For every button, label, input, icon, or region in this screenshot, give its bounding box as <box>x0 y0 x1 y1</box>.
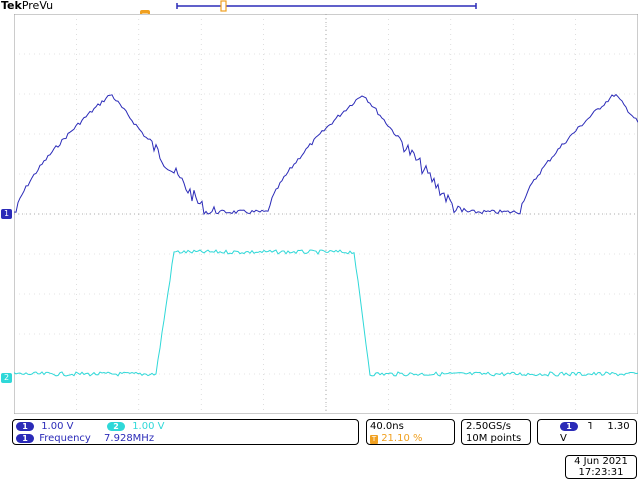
ch1-marker-label: 1 <box>3 209 10 218</box>
record-length: 10M points <box>466 433 522 444</box>
ch2-ground-marker[interactable]: 2 <box>1 373 12 383</box>
ch1-ground-marker[interactable]: 1 <box>1 209 12 219</box>
time-label: 17:23:31 <box>578 467 624 478</box>
ch2-badge: 2 <box>107 421 125 431</box>
ch1-badge: 1 <box>16 421 34 431</box>
ch2-marker-label: 2 <box>3 373 10 382</box>
acquisition-panel[interactable]: 2.50GS/s 10M points <box>461 419 531 445</box>
meas-badge: 1 <box>16 433 34 443</box>
ch1-scale-readout[interactable]: 1 1.00 V <box>16 421 73 433</box>
trigger-position-value: 21.10 % <box>381 433 423 444</box>
trigger-position-readout: T 21.10 % <box>370 433 423 445</box>
ch1-scale: 1.00 V <box>41 421 74 432</box>
timebase-panel[interactable]: 40.0ns T 21.10 % <box>366 419 455 445</box>
trigger-readout: 1 ˥ 1.30 V <box>560 421 636 445</box>
trigger-panel[interactable]: 1 ˥ 1.30 V <box>537 419 637 445</box>
trigger-slope-icon: ˥ <box>587 421 593 432</box>
date-label: 4 Jun 2021 <box>574 456 628 467</box>
trigger-pos-icon: T <box>370 435 378 444</box>
meas-name: Frequency <box>39 433 91 444</box>
channel-measure-panel: 1 1.00 V 2 1.00 V 1 Frequency 7.928MHz <box>12 419 359 445</box>
datetime-panel: 4 Jun 2021 17:23:31 <box>565 455 637 479</box>
timebase-value: 40.0ns <box>370 421 404 432</box>
sample-rate: 2.50GS/s <box>466 421 511 432</box>
ch2-scale: 1.00 V <box>132 421 165 432</box>
ch2-scale-readout[interactable]: 2 1.00 V <box>107 421 164 433</box>
meas-value: 7.928MHz <box>104 433 155 444</box>
trigger-source-badge: 1 <box>560 421 578 431</box>
waveform-display[interactable] <box>14 14 638 414</box>
measurement-readout[interactable]: 1 Frequency 7.928MHz <box>16 433 154 445</box>
